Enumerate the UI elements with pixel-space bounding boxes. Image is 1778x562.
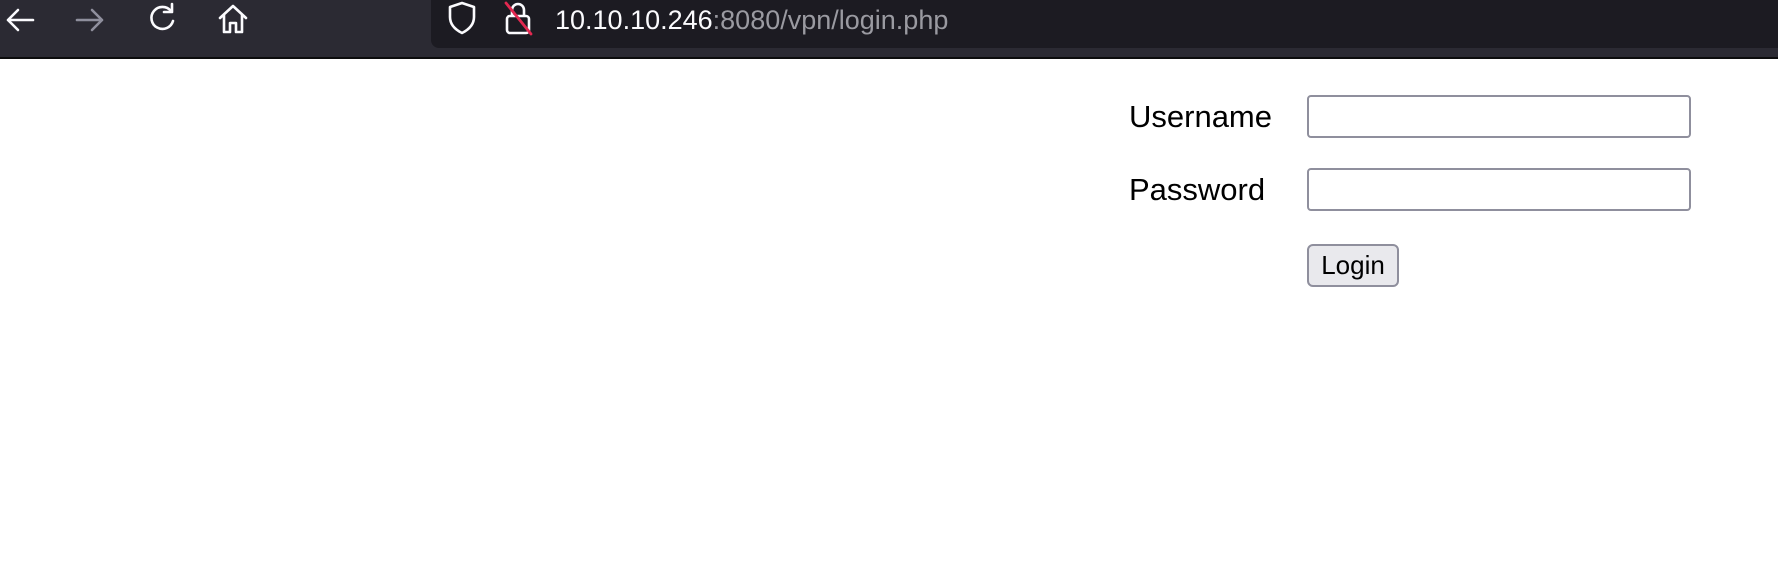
url-text[interactable]: 10.10.10.246:8080/vpn/login.php (555, 2, 948, 38)
insecure-lock-icon[interactable] (502, 0, 534, 36)
forward-button[interactable] (70, 0, 110, 38)
browser-toolbar: 10.10.10.246:8080/vpn/login.php (0, 0, 1778, 57)
home-button[interactable] (213, 0, 253, 38)
url-host: 10.10.10.246 (555, 5, 713, 35)
back-button[interactable] (0, 0, 40, 38)
shield-icon[interactable] (446, 0, 478, 36)
home-icon (218, 4, 248, 34)
url-path: :8080/vpn/login.php (712, 5, 949, 35)
login-button[interactable]: Login (1307, 244, 1399, 287)
toolbar-divider (0, 57, 1778, 59)
username-label: Username (1129, 99, 1272, 134)
reload-button[interactable] (142, 0, 182, 38)
password-input[interactable] (1307, 168, 1691, 211)
username-input[interactable] (1307, 95, 1691, 138)
forward-arrow-icon (75, 8, 104, 32)
reload-icon (150, 2, 175, 31)
back-arrow-icon (6, 8, 35, 32)
password-label: Password (1129, 172, 1266, 207)
